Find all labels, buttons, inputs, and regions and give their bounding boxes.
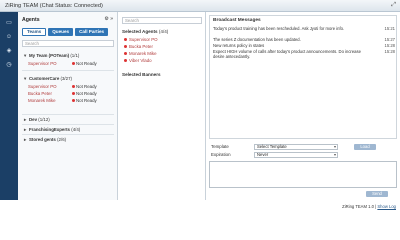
group-franchisingexperts[interactable]: ▸ FranchisingExperts (4/4) [24,127,80,133]
load-button[interactable]: Load [354,144,376,150]
message-text: The series Z documentation has been upda… [213,37,301,42]
selected-banners-header: Selected Banners [122,72,161,77]
chevron-down-icon: ▾ [333,152,336,157]
group-customercare[interactable]: ▾ CustomerCare (3/27) [24,76,72,82]
chat-icon[interactable]: ▭ [4,18,14,28]
agent-name: Monarek Mike [28,98,56,103]
tab-queues[interactable]: Queues [48,28,74,36]
message-time: 15:28 [384,49,395,54]
agent-name: Bucka Peter [28,91,52,96]
agent-name: Supervisor PO [129,37,158,42]
expand-icon[interactable]: ⤢ [391,2,396,9]
status-dot-icon [72,61,75,65]
status-dot-icon [72,84,75,88]
status-dot-icon [124,51,127,55]
megaphone-icon[interactable]: ◈ [4,46,14,56]
group-dev[interactable]: ▸ Dev (1/12) [24,117,50,123]
expiration-label: Expiration [211,152,231,157]
agents-tabs: Teams Queues Call Parties [22,28,109,36]
expiration-value: Never [257,152,269,157]
broadcast-title: Broadcast Messages [213,18,261,23]
agent-name: Bucka Peter [129,44,153,49]
window-title: ZiRing TEAM (Chat Status: Connected) [5,3,103,9]
group-count: (2/6) [57,137,67,142]
message-time: 15:21 [384,26,395,31]
group-count: (1/1) [70,53,80,58]
title-bar: ZiRing TEAM (Chat Status: Connected) ⤢ [0,0,400,12]
footer: ZiRing TEAM 1.0 | Show Log [342,204,396,209]
group-count: (4/4) [71,127,81,132]
group-my-team[interactable]: ▾ My Team (POTeam) (1/1) [24,53,79,59]
status-badge: Not Ready [72,91,97,96]
collapse-icon[interactable]: » [110,16,113,22]
group-stored-gents[interactable]: ▸ Stored gents (2/6) [24,137,66,143]
list-item[interactable]: Monarek Mike [124,51,157,56]
tab-teams[interactable]: Teams [22,28,47,36]
status-dot-icon [124,44,127,48]
template-label: Template [211,144,229,149]
group-label: My Team (POTeam) [29,53,70,58]
agents-panel: Agents ⚙ » Teams Queues Call Parties Sea… [18,12,118,200]
status-text: Not Ready [76,98,97,103]
people-icon[interactable]: ☺ [4,32,14,42]
group-count: (3/27) [60,76,72,81]
status-badge: Not Ready [72,61,97,66]
status-dot-icon [124,58,127,62]
broadcast-messages-box: Broadcast Messages Today's product train… [209,15,397,139]
selected-agents-header: Selected Agents (4/4) [122,29,168,34]
agents-header: Agents [22,17,40,23]
message-time: 15:28 [384,43,395,48]
status-badge: Not Ready [72,84,97,89]
status-dot-icon [72,98,75,102]
divider [22,124,114,125]
agent-name: Supervisor PO [28,84,57,89]
broadcast-panel: Broadcast Messages Today's product train… [206,12,400,209]
divider [22,70,114,71]
send-button[interactable]: Send [366,191,388,197]
template-value: Select Template [257,144,287,149]
list-item[interactable]: Viber Vlado [124,58,152,63]
list-item[interactable]: Bucka Peter [124,44,153,49]
list-item[interactable]: Supervisor PO [124,37,158,42]
side-rail: ▭ ☺ ◈ ◷ [0,12,18,200]
message-time: 15:27 [384,37,395,42]
message-text: New returns policy in states [213,43,265,48]
status-badge: Not Ready [72,98,97,103]
agents-header-icons: ⚙ » [104,16,113,22]
expiration-select[interactable]: Never ▾ [254,152,338,158]
section-count: (4/4) [158,29,169,34]
recipients-search-input[interactable]: Search [122,17,202,24]
template-select[interactable]: Select Template ▾ [254,144,338,150]
tab-call-parties[interactable]: Call Parties [75,28,109,36]
agents-search-input[interactable]: Search [22,40,114,47]
agent-name: Supervisor PO [28,61,57,66]
status-text: Not Ready [76,84,97,89]
group-count: (1/12) [38,117,50,122]
chevron-down-icon: ▾ [333,144,336,149]
status-text: Not Ready [76,91,97,96]
status-text: Not Ready [76,61,97,66]
version-text: ZiRing TEAM 1.0 | [342,204,377,209]
group-label: FranchisingExperts [29,127,70,132]
status-dot-icon [124,37,127,41]
group-label: Dev [29,117,38,122]
history-icon[interactable]: ◷ [4,60,14,70]
status-dot-icon [72,91,75,95]
divider [22,114,114,115]
settings-icon[interactable]: ⚙ [104,16,108,22]
agent-name: Monarek Mike [129,51,157,56]
recipients-panel: Search Selected Agents (4/4) Supervisor … [118,12,206,200]
message-compose-input[interactable] [209,161,397,188]
section-label: Selected Agents [122,29,158,34]
agent-name: Viber Vlado [129,58,152,63]
message-text: Today's product training has been resche… [213,26,345,31]
message-text: Expect HIGH volume of calls after today'… [213,49,361,59]
group-label: Stored gents [29,137,56,142]
group-label: CustomerCare [29,76,60,81]
divider [22,134,114,135]
show-log-link[interactable]: Show Log [377,204,396,209]
